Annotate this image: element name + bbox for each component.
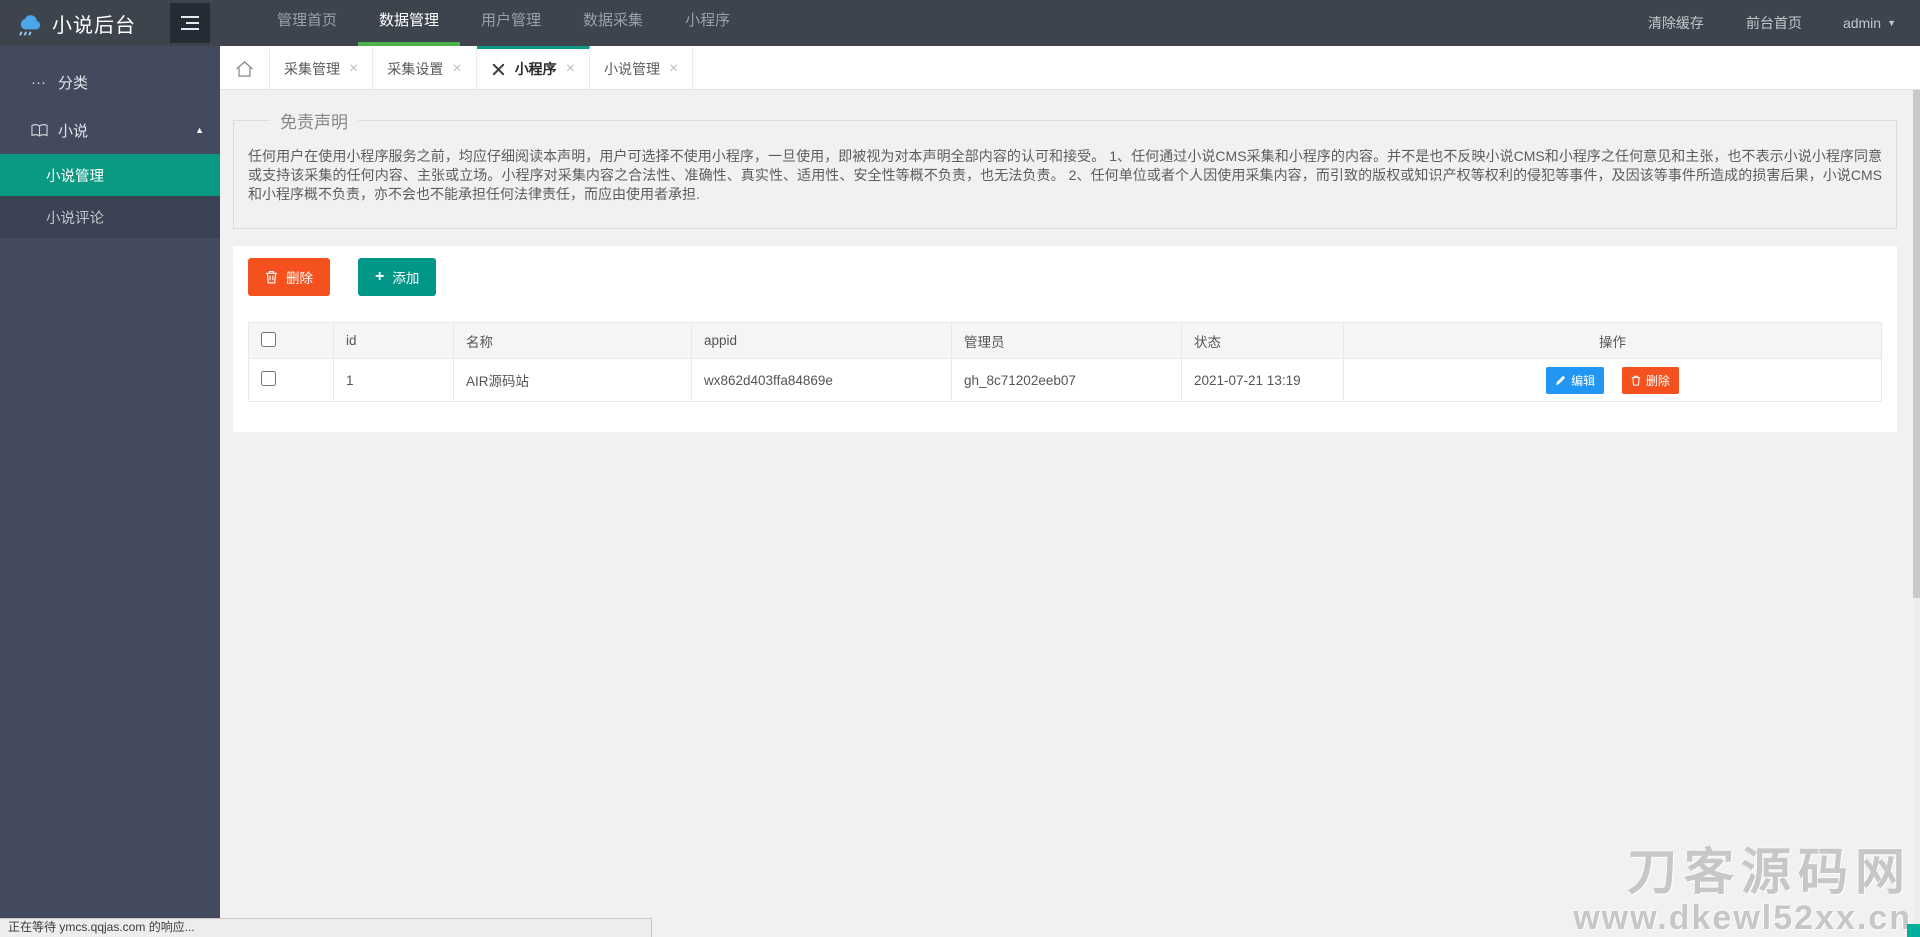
menu-item-mini-program[interactable]: 小程序 xyxy=(664,0,751,46)
add-button[interactable]: + 添加 xyxy=(358,258,436,296)
delete-button[interactable]: 删除 xyxy=(248,258,330,296)
tab-label: 采集管理 xyxy=(284,59,340,79)
row-checkbox[interactable] xyxy=(261,371,276,386)
table-row: 1 AIR源码站 wx862d403ffa84869e gh_8c71202ee… xyxy=(249,359,1882,402)
cell-id: 1 xyxy=(334,359,454,402)
sidebar-item-novel-management[interactable]: 小说管理 xyxy=(0,154,220,196)
sidebar: ··· 分类 小说 ▲ 小说管理 小说评论 xyxy=(0,46,220,937)
close-icon[interactable]: × xyxy=(566,61,575,77)
mini-program-panel: 删除 + 添加 id 名称 appid 管理员 状态 操作 xyxy=(233,246,1897,432)
front-site-link[interactable]: 前台首页 xyxy=(1725,13,1823,33)
column-header-admin: 管理员 xyxy=(952,323,1182,359)
sidebar-item-label: 小说 xyxy=(58,120,88,141)
tab-label: 小程序 xyxy=(515,59,557,79)
navbar-right: 清除缓存 前台首页 admin ▼ xyxy=(1627,0,1920,46)
tab-mini-program[interactable]: 小程序 × xyxy=(477,46,590,89)
username: admin xyxy=(1843,15,1881,31)
chevron-up-icon: ▲ xyxy=(195,125,204,135)
tab-home[interactable] xyxy=(220,46,270,89)
row-delete-button-label: 删除 xyxy=(1646,372,1670,389)
row-delete-button[interactable]: 删除 xyxy=(1622,367,1679,394)
menu-item-data-management[interactable]: 数据管理 xyxy=(358,0,460,46)
cloud-rain-logo-icon xyxy=(12,7,44,39)
home-icon xyxy=(235,60,254,78)
edit-button-label: 编辑 xyxy=(1571,372,1595,389)
top-navbar: 小说后台 管理首页 数据管理 用户管理 数据采集 小程序 清除缓存 前台首页 a… xyxy=(0,0,1920,46)
cell-actions: 编辑 删除 xyxy=(1344,359,1882,402)
vertical-scrollbar[interactable] xyxy=(1913,46,1920,937)
clear-cache-link[interactable]: 清除缓存 xyxy=(1627,13,1725,33)
chevron-down-icon: ▼ xyxy=(1887,18,1896,28)
cell-appid: wx862d403ffa84869e xyxy=(692,359,952,402)
brand: 小说后台 xyxy=(0,0,170,46)
menu-item-dashboard[interactable]: 管理首页 xyxy=(256,0,358,46)
menu-item-data-collection[interactable]: 数据采集 xyxy=(562,0,664,46)
sidebar-item-novel-comments[interactable]: 小说评论 xyxy=(0,196,220,238)
disclaimer-box: 免责声明 任何用户在使用小程序服务之前，均应仔细阅读本声明，用户可选择不使用小程… xyxy=(233,108,1897,229)
tab-collection-management[interactable]: 采集管理 × xyxy=(270,46,373,89)
mini-program-table: id 名称 appid 管理员 状态 操作 1 AIR源码站 wx862d403… xyxy=(248,322,1882,402)
menu-item-user-management[interactable]: 用户管理 xyxy=(460,0,562,46)
sidebar-item-label: 分类 xyxy=(58,72,88,93)
close-icon[interactable]: × xyxy=(669,61,678,77)
select-all-checkbox[interactable] xyxy=(261,332,276,347)
browser-status-bar: 正在等待 ymcs.qqjas.com 的响应... xyxy=(0,918,652,937)
pencil-icon xyxy=(1555,375,1566,386)
tab-novel-management[interactable]: 小说管理 × xyxy=(590,46,693,89)
tab-collection-settings[interactable]: 采集设置 × xyxy=(373,46,476,89)
toolbar: 删除 + 添加 xyxy=(248,258,1882,296)
main-content: 免责声明 任何用户在使用小程序服务之前，均应仔细阅读本声明，用户可选择不使用小程… xyxy=(220,90,1913,937)
cell-status: 2021-07-21 13:19 xyxy=(1182,359,1344,402)
status-text: 正在等待 ymcs.qqjas.com 的响应... xyxy=(8,920,195,934)
column-header-name: 名称 xyxy=(454,323,692,359)
tab-label: 采集设置 xyxy=(387,59,443,79)
tab-label: 小说管理 xyxy=(604,59,660,79)
column-header-id: id xyxy=(334,323,454,359)
add-button-label: 添加 xyxy=(392,267,419,287)
sidebar-item-category[interactable]: ··· 分类 xyxy=(0,58,220,106)
scrollbar-thumb[interactable] xyxy=(1913,46,1920,598)
hamburger-icon xyxy=(181,16,199,18)
sidebar-toggle-button[interactable] xyxy=(170,3,210,43)
ellipsis-icon: ··· xyxy=(31,74,58,91)
trash-icon xyxy=(265,270,278,284)
user-dropdown[interactable]: admin ▼ xyxy=(1823,15,1896,31)
book-icon xyxy=(31,123,58,138)
disclaimer-title: 免责声明 xyxy=(270,108,358,133)
app-title: 小说后台 xyxy=(52,9,136,38)
main-menu: 管理首页 数据管理 用户管理 数据采集 小程序 xyxy=(256,0,751,46)
edit-button[interactable]: 编辑 xyxy=(1546,367,1604,394)
cell-name: AIR源码站 xyxy=(454,359,692,402)
column-header-status: 状态 xyxy=(1182,323,1344,359)
column-header-appid: appid xyxy=(692,323,952,359)
tools-icon xyxy=(491,62,506,77)
tab-bar: 采集管理 × 采集设置 × 小程序 × 小说管理 × xyxy=(220,46,1920,90)
disclaimer-text: 任何用户在使用小程序服务之前，均应仔细阅读本声明，用户可选择不使用小程序，一旦使… xyxy=(248,147,1882,204)
close-icon[interactable]: × xyxy=(452,61,461,77)
close-icon[interactable]: × xyxy=(349,61,358,77)
plus-icon: + xyxy=(375,271,384,283)
trash-icon xyxy=(1631,375,1641,386)
cell-admin: gh_8c71202eeb07 xyxy=(952,359,1182,402)
table-header-row: id 名称 appid 管理员 状态 操作 xyxy=(249,323,1882,359)
delete-button-label: 删除 xyxy=(286,267,313,287)
bottom-right-widget[interactable] xyxy=(1907,924,1920,937)
column-header-actions: 操作 xyxy=(1344,323,1882,359)
sidebar-item-novel[interactable]: 小说 ▲ xyxy=(0,106,220,154)
novel-submenu: 小说管理 小说评论 xyxy=(0,154,220,238)
